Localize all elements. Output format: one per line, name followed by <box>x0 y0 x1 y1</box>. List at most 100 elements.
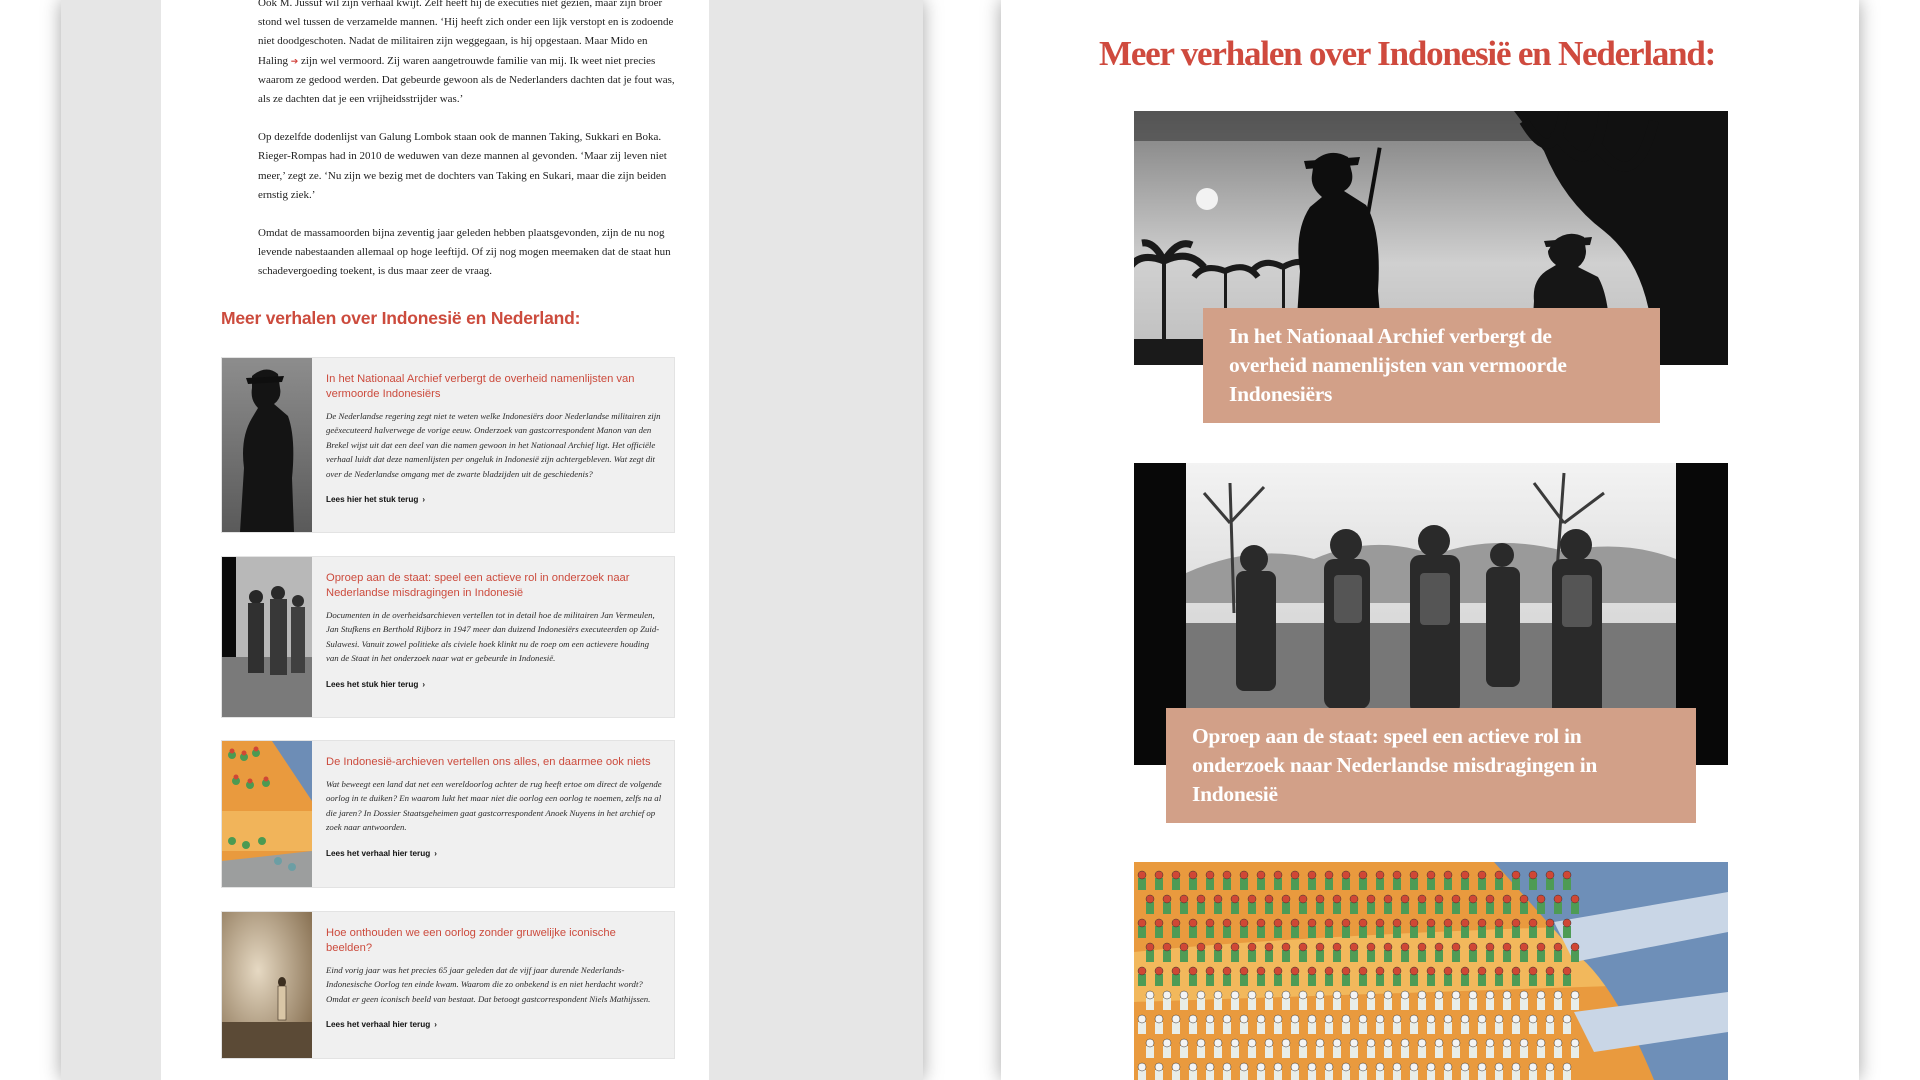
crowd-figure-body <box>1189 974 1197 986</box>
crowd-figure-head <box>1562 966 1572 976</box>
crowd-figure-body <box>1546 878 1554 890</box>
crowd-figure-body <box>1350 1046 1358 1058</box>
related-card[interactable]: In het Nationaal Archief verbergt de ove… <box>221 357 675 533</box>
card-thumbnail-soldier-silhouette <box>222 358 312 532</box>
crowd-figure-body <box>1138 974 1146 986</box>
crowd-figure-body <box>1248 950 1256 962</box>
crowd-figure-body <box>1520 1046 1528 1058</box>
crowd-figure-body <box>1359 1022 1367 1034</box>
crowd-figure-head <box>1553 990 1563 1000</box>
crowd-figure-body <box>1384 950 1392 962</box>
right-browser-frame: Meer verhalen over Indonesië en Nederlan… <box>1001 0 1859 1080</box>
crowd-figure-body <box>1512 974 1520 986</box>
crowd-figure-head <box>1273 1062 1283 1072</box>
crowd-figure-body <box>1214 950 1222 962</box>
crowd-figure-body <box>1427 1022 1435 1034</box>
crowd-figure-head <box>1562 918 1572 928</box>
related-card[interactable]: Oproep aan de staat: speel een actieve r… <box>221 556 675 718</box>
crowd-figure-body <box>1172 974 1180 986</box>
crowd-figure-body <box>1435 998 1443 1010</box>
crowd-figure-body <box>1427 878 1435 890</box>
related-card[interactable]: De Indonesië-archieven vertellen ons all… <box>221 740 675 888</box>
crowd-figure-body <box>1495 1022 1503 1034</box>
crowd-figure-head <box>1239 966 1249 976</box>
crowd-figure-body <box>1461 878 1469 890</box>
crowd-figure-head <box>1460 870 1470 880</box>
crowd-figure-head <box>1358 1014 1368 1024</box>
read-more-link[interactable]: Lees hier het stuk terug › <box>326 495 425 504</box>
crowd-figure-head <box>1375 1014 1385 1024</box>
crowd-figure-head <box>1162 1038 1172 1048</box>
crowd-figure-head <box>1298 894 1308 904</box>
card-thumbnail-illustration <box>222 741 312 887</box>
card-title[interactable]: De Indonesië-archieven vertellen ons all… <box>326 755 662 770</box>
crowd-figure-head <box>1222 918 1232 928</box>
crowd-figure-body <box>1359 878 1367 890</box>
card-title[interactable]: In het Nationaal Archief verbergt de ove… <box>326 372 662 402</box>
crowd-figure-head <box>1553 942 1563 952</box>
crowd-figure-head <box>1477 870 1487 880</box>
crowd-figure-head <box>1417 942 1427 952</box>
crowd-figure-head <box>1375 918 1385 928</box>
crowd-figure-head <box>1213 894 1223 904</box>
crowd-figure-head <box>1264 1038 1274 1048</box>
crowd-figure-head <box>1443 870 1453 880</box>
crowd-figure-body <box>1546 926 1554 938</box>
card-caption[interactable]: Oproep aan de staat: speel een actieve r… <box>1166 708 1696 823</box>
crowd-figure-head <box>1273 966 1283 976</box>
crowd-figure-head <box>1179 1038 1189 1048</box>
crowd-figure-body <box>1138 878 1146 890</box>
crowd-figure-head <box>1485 1038 1495 1048</box>
crowd-figure-body <box>1206 926 1214 938</box>
crowd-figure-body <box>1274 974 1282 986</box>
crowd-figure-head <box>1426 870 1436 880</box>
read-more-link[interactable]: Lees het verhaal hier terug › <box>326 849 437 858</box>
crowd-figure-body <box>1376 1070 1384 1080</box>
crowd-figure-head <box>1162 894 1172 904</box>
crowd-figure-head <box>1179 894 1189 904</box>
crowd-figure-head <box>1417 894 1427 904</box>
related-card-large[interactable]: In het Nationaal Archief verbergt de ove… <box>1134 111 1728 423</box>
crowd-figure-body <box>1350 950 1358 962</box>
crowd-figure-head <box>1536 1038 1546 1048</box>
crowd-figure-body <box>1478 926 1486 938</box>
related-card-large[interactable] <box>1134 862 1728 1080</box>
crowd-figure-head <box>1205 966 1215 976</box>
related-card-large[interactable]: Oproep aan de staat: speel een actieve r… <box>1134 463 1728 823</box>
footnote-marker-icon[interactable]: ➔ <box>291 56 299 66</box>
crowd-figure-head <box>1341 966 1351 976</box>
card-title[interactable]: Oproep aan de staat: speel een actieve r… <box>326 571 662 601</box>
card-summary: De Nederlandse regering zegt niet te wet… <box>326 411 661 479</box>
crowd-figure-head <box>1298 990 1308 1000</box>
crowd-figure-body <box>1138 926 1146 938</box>
read-more-label: Lees het verhaal hier terug <box>326 848 431 858</box>
related-card[interactable]: Hoe onthouden we een oorlog zonder gruwe… <box>221 911 675 1059</box>
crowd-figure-head <box>1349 942 1359 952</box>
crowd-figure-body <box>1512 1022 1520 1034</box>
read-more-link[interactable]: Lees het verhaal hier terug › <box>326 1020 437 1029</box>
card-caption[interactable]: In het Nationaal Archief verbergt de ove… <box>1203 308 1660 423</box>
crowd-figure-head <box>1477 1014 1487 1024</box>
crowd-figure-body <box>1172 1022 1180 1034</box>
crowd-figure-body <box>1299 1046 1307 1058</box>
crowd-figure-body <box>1282 950 1290 962</box>
crowd-figure-body <box>1384 998 1392 1010</box>
crowd-figure-head <box>1222 1062 1232 1072</box>
crowd-figure-head <box>1188 918 1198 928</box>
read-more-link[interactable]: Lees het stuk hier terug › <box>326 680 425 689</box>
crowd-figure-head <box>1154 1014 1164 1024</box>
crowd-figure-body <box>1282 1046 1290 1058</box>
crowd-figure-body <box>1444 926 1452 938</box>
card-title[interactable]: Hoe onthouden we een oorlog zonder gruwe… <box>326 926 662 956</box>
crowd-figure-body <box>1503 1046 1511 1058</box>
crowd-figure-head <box>1545 1014 1555 1024</box>
crowd-figure-body <box>1325 926 1333 938</box>
crowd-figure-body <box>1333 1046 1341 1058</box>
crowd-figure-head <box>1451 942 1461 952</box>
crowd-figure-head <box>1349 990 1359 1000</box>
crowd-figure-body <box>1563 1022 1571 1034</box>
crowd-figure-head <box>1239 1014 1249 1024</box>
crowd-figure-body <box>1452 950 1460 962</box>
crowd-figure-body <box>1529 878 1537 890</box>
crowd-figure-head <box>1545 870 1555 880</box>
